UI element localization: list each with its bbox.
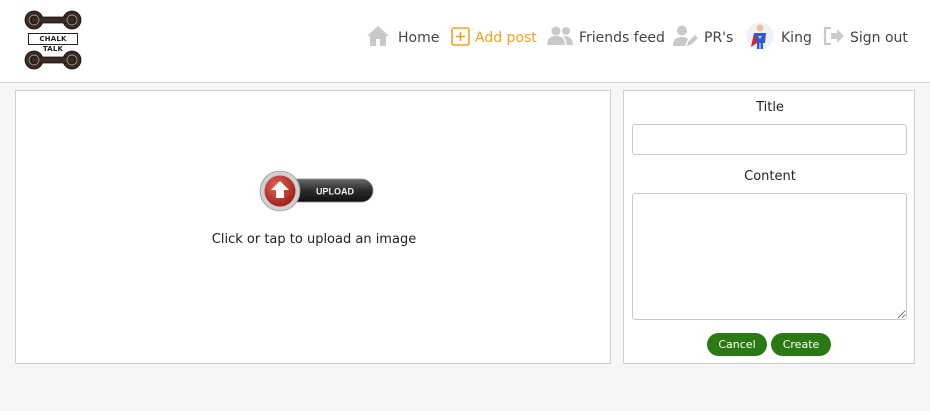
nav-user-profile[interactable]: King <box>746 22 812 50</box>
cancel-button[interactable]: Cancel <box>707 333 767 356</box>
nav-sign-out-label: Sign out <box>850 30 908 46</box>
image-upload-panel[interactable]: UPLOAD Click or tap to upload an image <box>15 90 611 364</box>
chalk-talk-logo[interactable]: CHALK TALK <box>22 9 84 71</box>
add-square-icon <box>451 26 470 50</box>
users-icon <box>547 26 573 50</box>
top-nav-bar: CHALK TALK Home Add post Friends feed PR… <box>0 0 930 83</box>
nav-add-post[interactable]: Add post <box>451 26 537 50</box>
nav-home-label: Home <box>398 30 440 46</box>
nav-friends-feed-label: Friends feed <box>579 30 665 46</box>
upload-button-label: UPLOAD <box>316 187 355 197</box>
logo-text: CHALK TALK <box>28 33 78 53</box>
create-button[interactable]: Create <box>771 333 831 356</box>
nav-friends-feed[interactable]: Friends feed <box>547 26 665 50</box>
nav-home[interactable]: Home <box>366 26 439 50</box>
nav-prs-label: PR's <box>704 30 734 46</box>
title-input[interactable] <box>632 124 907 155</box>
title-label: Title <box>756 100 784 115</box>
content-textarea[interactable] <box>632 193 907 320</box>
home-icon <box>366 25 390 51</box>
upload-hint-text: Click or tap to upload an image <box>211 232 417 247</box>
nav-prs[interactable]: PR's <box>673 25 734 51</box>
post-form-panel: Title Content Cancel Create <box>623 90 915 364</box>
user-edit-icon <box>673 25 699 51</box>
sign-out-icon <box>823 26 846 50</box>
nav-user-name: King <box>781 30 812 46</box>
nav-sign-out[interactable]: Sign out <box>823 26 908 50</box>
upload-button[interactable]: UPLOAD <box>259 170 375 213</box>
avatar <box>746 22 774 54</box>
content-label: Content <box>744 169 796 184</box>
nav-add-post-label: Add post <box>475 30 537 46</box>
